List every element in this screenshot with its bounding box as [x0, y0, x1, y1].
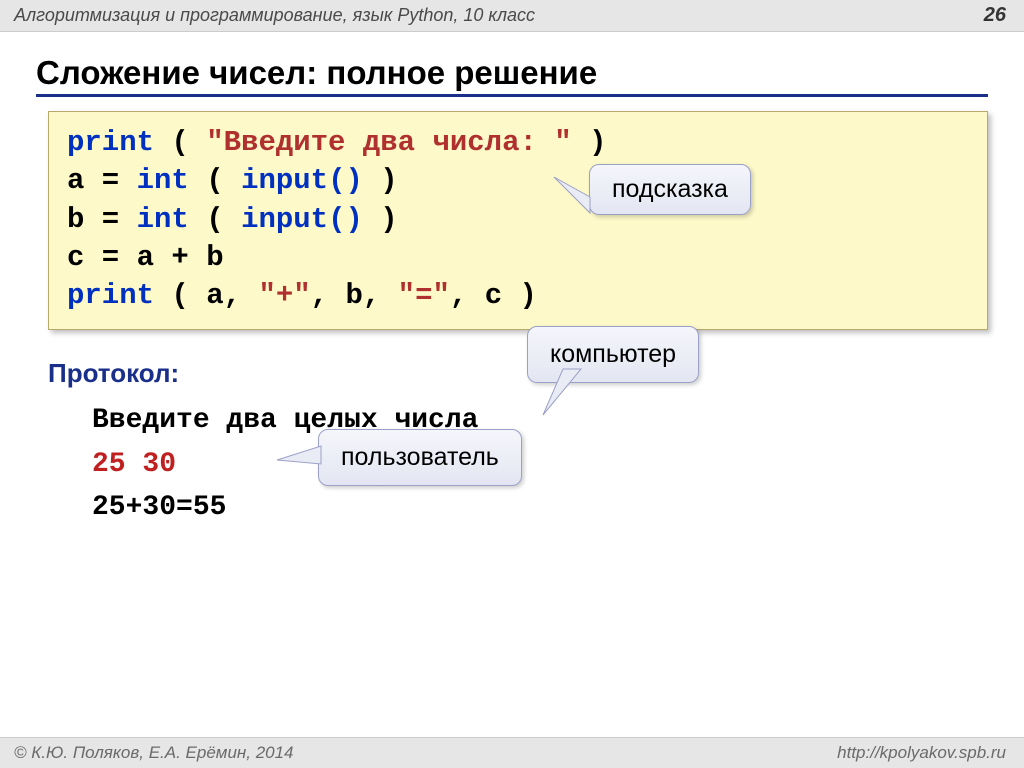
- site-url: http://kpolyakov.spb.ru: [837, 743, 1006, 763]
- callout-user-label: пользователь: [341, 443, 499, 471]
- string-literal: "Введите два числа: ": [206, 126, 571, 159]
- protocol-user-input: 25 30: [92, 443, 1024, 486]
- protocol-output: 25+30=55: [92, 486, 1024, 529]
- callout-tail-icon: [277, 442, 325, 470]
- code-line-1: print ( "Введите два числа: " ): [67, 124, 971, 162]
- callout-hint: подсказка: [589, 164, 751, 215]
- code-line-4: c = a + b: [67, 239, 971, 277]
- callout-tail-icon: [553, 367, 603, 417]
- keyword-int: int: [137, 164, 189, 197]
- course-label: Алгоритмизация и программирование, язык …: [14, 5, 535, 26]
- string-literal: "=": [398, 279, 450, 312]
- title-underline: [36, 94, 988, 97]
- code-block: print ( "Введите два числа: " ) a = int …: [48, 111, 988, 330]
- code-line-2: a = int ( input() ): [67, 162, 971, 200]
- title-area: Сложение чисел: полное решение: [0, 32, 1024, 101]
- slide-title: Сложение чисел: полное решение: [36, 54, 988, 92]
- callout-tail-icon: [554, 195, 594, 225]
- callout-user: пользователь: [318, 429, 522, 486]
- footer-bar: © К.Ю. Поляков, Е.А. Ерёмин, 2014 http:/…: [0, 737, 1024, 768]
- callout-hint-label: подсказка: [612, 175, 728, 203]
- code-line-5: print ( a, "+", b, "=", c ): [67, 277, 971, 315]
- keyword-int: int: [137, 203, 189, 236]
- string-literal: "+": [258, 279, 310, 312]
- protocol-block: Введите два целых числа 25 30 25+30=55 к…: [92, 399, 1024, 529]
- keyword-input: input(): [241, 203, 363, 236]
- callout-computer: компьютер: [527, 326, 699, 383]
- page-number: 26: [984, 4, 1006, 27]
- authors-label: © К.Ю. Поляков, Е.А. Ерёмин, 2014: [14, 743, 294, 763]
- code-line-3: b = int ( input() ): [67, 201, 971, 239]
- keyword-input: input(): [241, 164, 363, 197]
- callout-computer-label: компьютер: [550, 340, 676, 368]
- keyword-print: print: [67, 126, 154, 159]
- keyword-print: print: [67, 279, 154, 312]
- header-bar: Алгоритмизация и программирование, язык …: [0, 0, 1024, 32]
